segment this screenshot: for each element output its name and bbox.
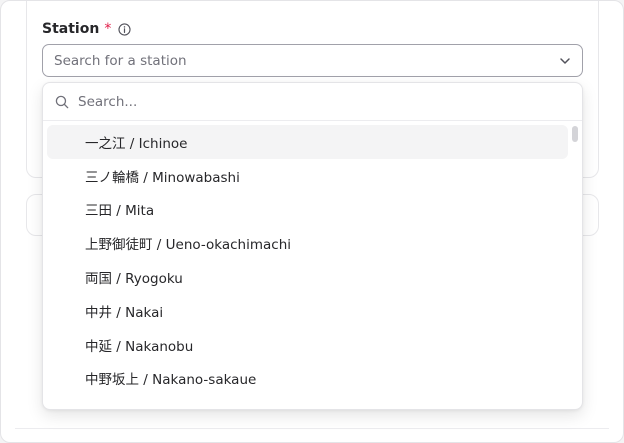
station-options-list: 一之江 / Ichinoe 三ノ輪橋 / Minowabashi 三田 / Mi… (43, 121, 582, 395)
station-option[interactable]: 一之江 / Ichinoe (47, 125, 568, 159)
dropdown-search-row (43, 83, 582, 121)
station-label-row: Station * (42, 20, 131, 38)
search-icon (55, 95, 69, 109)
station-option[interactable]: 三ノ輪橋 / Minowabashi (47, 159, 568, 193)
station-select[interactable]: Search for a station (42, 44, 583, 77)
station-option[interactable]: 両国 / Ryogoku (47, 260, 568, 294)
station-search-input[interactable] (78, 93, 570, 110)
form-panel: Station * Search for a station Search...… (0, 0, 624, 443)
station-option[interactable]: 上野御徒町 / Ueno-okachimachi (47, 226, 568, 260)
station-option[interactable]: 中井 / Nakai (47, 294, 568, 328)
station-option[interactable]: 三田 / Mita (47, 193, 568, 227)
station-option[interactable]: 中延 / Nakanobu (47, 328, 568, 362)
dropdown-scrollbar[interactable] (572, 126, 578, 142)
station-label: Station (42, 21, 100, 37)
chevron-down-icon (559, 55, 571, 67)
required-indicator: * (104, 21, 112, 37)
info-icon[interactable] (118, 22, 131, 36)
station-option[interactable]: 中野坂上 / Nakano-sakaue (47, 362, 568, 396)
station-select-placeholder: Search for a station (54, 52, 187, 69)
station-dropdown: 一之江 / Ichinoe 三ノ輪橋 / Minowabashi 三田 / Mi… (42, 82, 583, 410)
divider (15, 428, 609, 429)
